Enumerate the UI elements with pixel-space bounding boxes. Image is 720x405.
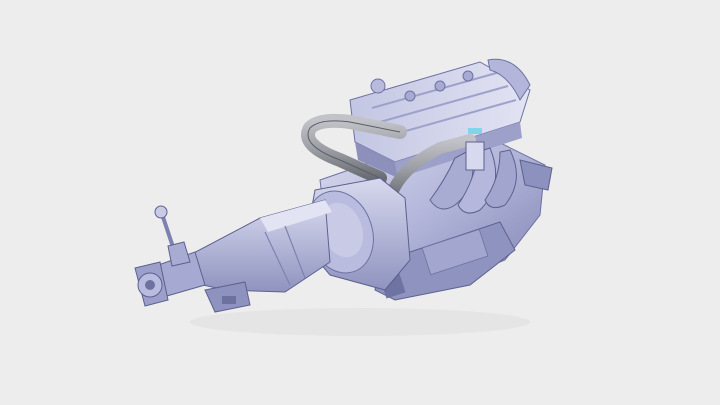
gear-shifter: [154, 205, 191, 267]
model-viewport[interactable]: [0, 0, 720, 405]
sensor-highlight: [468, 128, 482, 134]
engine-gearbox-render: [134, 58, 553, 336]
ground-shadow: [190, 308, 530, 336]
